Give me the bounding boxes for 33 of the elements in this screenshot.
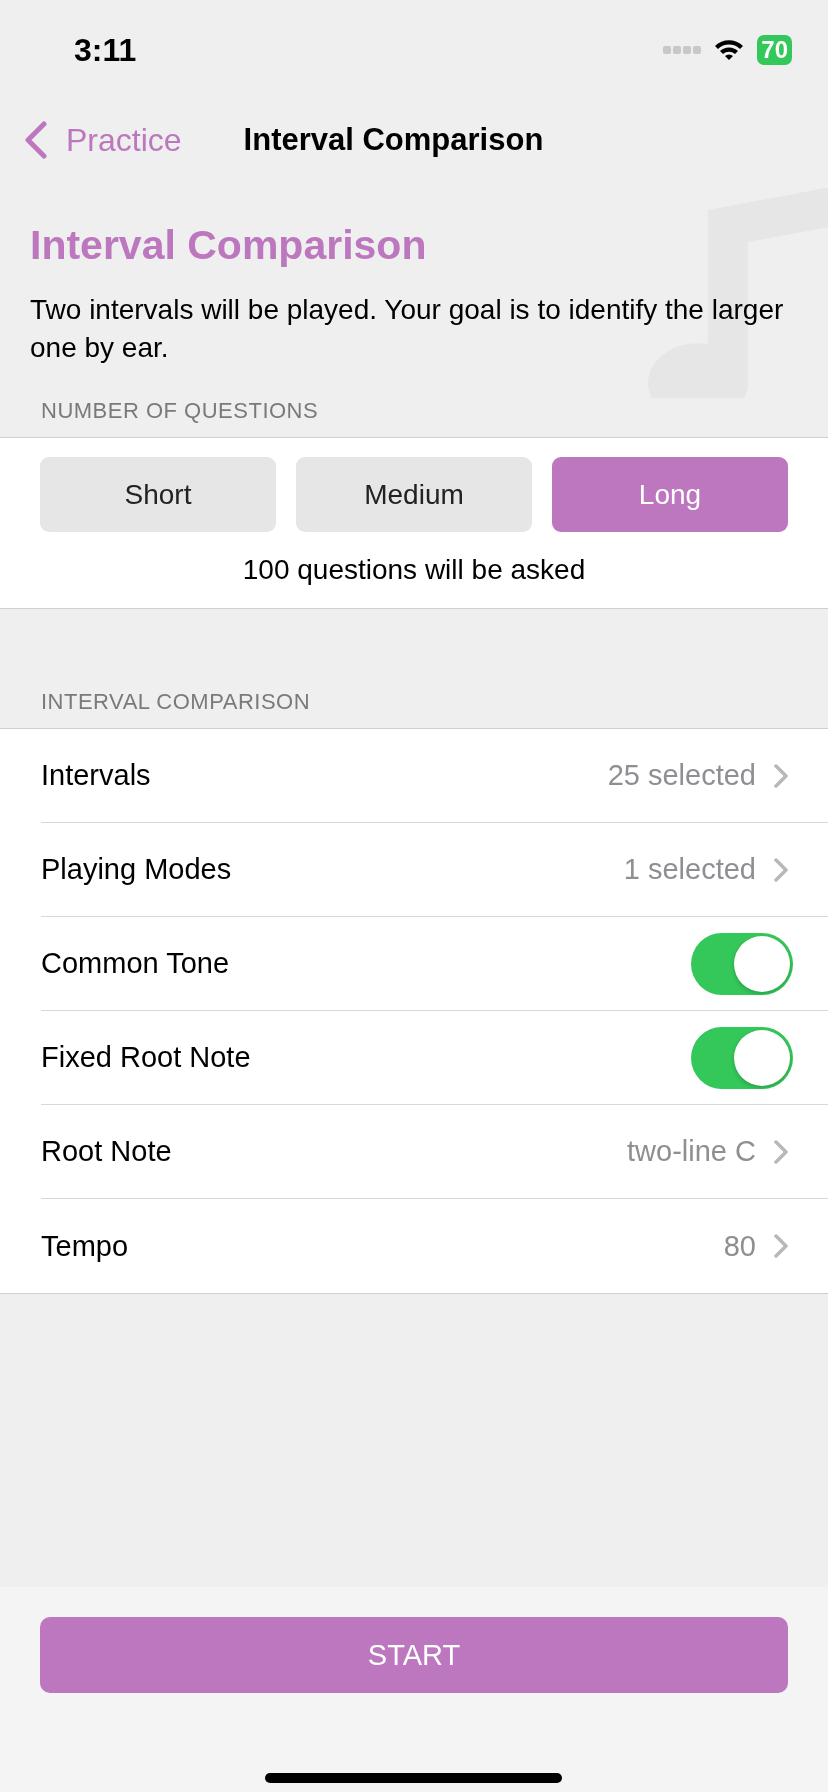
settings-row[interactable]: Tempo 80: [41, 1199, 828, 1293]
setting-label: Intervals: [41, 759, 152, 792]
setting-value: 25 selected: [607, 759, 756, 792]
section-header: INTERVAL COMPARISON: [41, 689, 311, 714]
settings-row[interactable]: Playing Modes 1 selected: [41, 823, 828, 917]
setting-label: Fixed Root Note: [41, 1041, 252, 1074]
status-time: 3:11: [74, 31, 138, 69]
settings-row[interactable]: Fixed Root Note: [41, 1011, 828, 1105]
question-length-option[interactable]: Medium: [296, 457, 532, 532]
setting-label: Playing Modes: [41, 853, 233, 886]
question-length-option[interactable]: Short: [40, 457, 276, 532]
chevron-icon: [774, 1139, 788, 1164]
back-chevron-icon: [24, 121, 48, 159]
section-header: NUMBER OF QUESTIONS: [41, 398, 319, 423]
chevron-icon: [774, 763, 788, 788]
setting-label: Tempo: [41, 1229, 130, 1263]
page-title: Interval Comparison: [30, 222, 428, 269]
chevron-icon: [774, 1234, 788, 1258]
settings-row[interactable]: Root Note two-line C: [41, 1105, 828, 1199]
setting-value: 80: [723, 1229, 756, 1263]
chevron-icon: [774, 857, 788, 882]
question-count-text: 100 questions will be asked: [241, 554, 587, 586]
wifi-icon: [713, 38, 746, 62]
setting-label: Root Note: [41, 1135, 173, 1168]
nav-title: Interval Comparison: [243, 122, 544, 158]
settings-row[interactable]: Common Tone: [41, 917, 828, 1011]
setting-label: Common Tone: [41, 947, 231, 980]
signal-icon: [663, 45, 702, 55]
setting-value: two-line C: [627, 1135, 756, 1168]
description: Two intervals will be played. Your goal is to identify the larger one by ear.: [30, 293, 785, 365]
setting-value: 1 selected: [623, 853, 756, 886]
settings-row[interactable]: Intervals 25 selected: [41, 729, 828, 823]
battery-level: 70: [757, 35, 792, 65]
